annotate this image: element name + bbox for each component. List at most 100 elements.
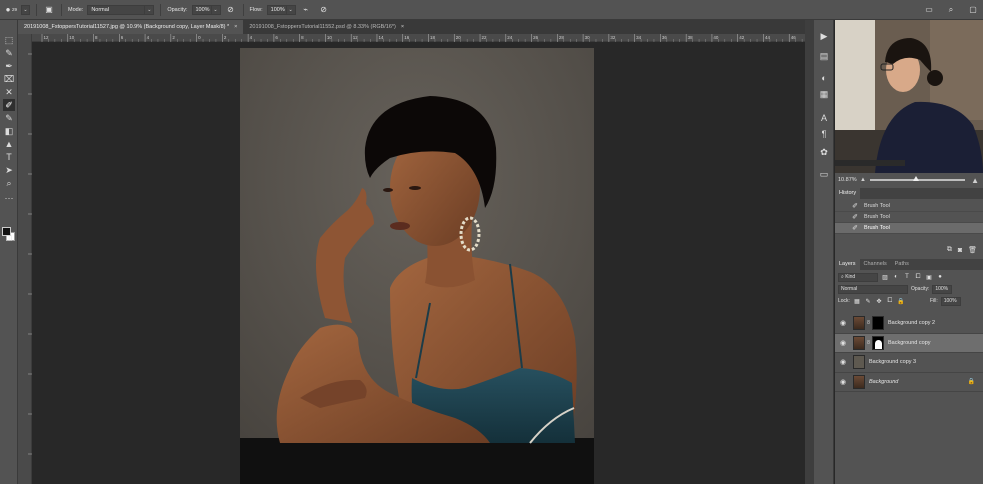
lock-artboard-icon[interactable]: ⧠ <box>886 298 894 305</box>
lock-all-icon[interactable]: 🔒 <box>897 298 905 305</box>
crop-tool-icon[interactable]: ⌧ <box>3 73 15 85</box>
swatches-icon[interactable]: ▦ <box>818 88 830 100</box>
properties-icon[interactable]: ▭ <box>818 168 830 180</box>
history-footer: ⧉ ◙ 🗑 <box>835 244 983 256</box>
fill-field[interactable]: 100% <box>940 296 961 306</box>
zoom-in-icon[interactable]: ▲ <box>971 176 979 185</box>
zoom-tool-icon[interactable]: ⌕ <box>3 177 15 189</box>
history-item[interactable]: ✐ Brush Tool <box>835 212 983 223</box>
visibility-eye-icon[interactable]: ◉ <box>837 319 849 327</box>
zoom-out-icon[interactable]: ▲ <box>860 177 866 183</box>
layer-row[interactable]: ◉ Background 🔒 <box>835 373 983 392</box>
lock-pixels-icon[interactable]: ✎ <box>864 298 872 305</box>
lock-position-icon[interactable]: ✥ <box>875 298 883 305</box>
flow-label: Flow: <box>249 6 263 13</box>
eyedropper-icon[interactable]: ✕ <box>3 86 15 98</box>
layer-name: Background copy <box>888 339 931 346</box>
ruler-tick-label: 42 <box>739 35 745 40</box>
pressure-size-icon[interactable]: ⊘ <box>318 4 330 16</box>
opacity-field[interactable]: 100% <box>191 4 212 15</box>
move-tool-icon[interactable]: ⬚ <box>3 34 15 46</box>
layer-filter-select[interactable]: ⌕ Kind <box>838 272 878 282</box>
ruler-left[interactable] <box>18 34 32 484</box>
close-icon[interactable]: × <box>234 24 237 30</box>
ruler-tick-label: 34 <box>636 35 642 40</box>
search-icon[interactable]: ⌕ <box>945 4 957 16</box>
layer-row[interactable]: ◉ Background copy 3 <box>835 353 983 373</box>
tab-layers[interactable]: Layers <box>835 259 860 270</box>
brush-settings-panel-icon[interactable]: ✿ <box>818 146 830 158</box>
tab-channels[interactable]: Channels <box>860 259 891 270</box>
layer-mask-thumbnail[interactable] <box>872 335 884 350</box>
layer-opacity-field[interactable]: 100% <box>932 284 953 294</box>
ruler-tick-label: 10 <box>327 35 333 40</box>
ruler-tick-label: 14 <box>378 35 384 40</box>
pixel-filter-icon[interactable]: ▨ <box>881 274 889 281</box>
more-tools-icon[interactable]: ··· <box>3 192 15 204</box>
type-tool-icon[interactable]: T <box>3 151 15 163</box>
history-item[interactable]: ✐ Brush Tool <box>835 223 983 234</box>
layer-row[interactable]: ◉ 8 Background copy 2 <box>835 314 983 334</box>
character-icon[interactable]: A <box>818 112 830 124</box>
tab-paths[interactable]: Paths <box>891 259 913 270</box>
path-select-icon[interactable]: ➤ <box>3 164 15 176</box>
close-icon[interactable]: × <box>401 24 404 30</box>
flow-field[interactable]: 100% <box>266 4 287 15</box>
smart-filter-icon[interactable]: ▣ <box>925 274 933 281</box>
mode-select[interactable]: Normal <box>87 4 146 15</box>
shape-filter-icon[interactable]: ⧠ <box>914 274 922 281</box>
adjustment-filter-icon[interactable]: ◐ <box>892 274 900 280</box>
link-icon[interactable]: 8 <box>865 320 872 326</box>
visibility-eye-icon[interactable]: ◉ <box>837 358 849 366</box>
layer-row[interactable]: ◉ 8 Background copy <box>835 333 983 353</box>
clone-stamp-icon[interactable]: ✎ <box>3 112 15 124</box>
actions-icon[interactable]: ▤ <box>818 50 830 62</box>
lasso-tool-icon[interactable]: ✎ <box>3 47 15 59</box>
filter-toggle-icon[interactable]: ● <box>936 274 944 280</box>
color-icon[interactable]: ◐ <box>818 72 830 84</box>
paragraph-icon[interactable]: ¶ <box>818 128 830 140</box>
camera-icon[interactable]: ◙ <box>958 247 962 254</box>
opacity-caret[interactable]: ⌄ <box>211 4 221 15</box>
history-item[interactable]: ✐ Brush Tool <box>835 201 983 212</box>
lock-transparency-icon[interactable]: ▦ <box>853 298 861 305</box>
airbrush-icon[interactable]: ⌁ <box>300 4 312 16</box>
zoom-value[interactable]: 10.87% <box>838 177 860 183</box>
portrait-photo[interactable] <box>240 48 594 484</box>
mode-caret[interactable]: ⌄ <box>145 4 155 15</box>
trash-icon[interactable]: 🗑 <box>968 246 977 254</box>
pressure-opacity-icon[interactable]: ⊘ <box>225 4 237 16</box>
zoom-slider[interactable] <box>869 176 966 181</box>
history-brush-icon[interactable]: ◧ <box>3 125 15 137</box>
layer-mask-thumbnail[interactable] <box>872 316 884 331</box>
brush-settings-icon[interactable]: ▣ <box>43 4 55 16</box>
ruler-tick-label: 2 <box>172 35 175 40</box>
workspace-icon[interactable]: ▢ <box>967 4 979 16</box>
tab-document-1[interactable]: 20191008_FstoppersTutorial11527.jpg @ 10… <box>18 20 244 34</box>
zoom-slider-knob[interactable] <box>912 176 919 181</box>
layer-thumbnail <box>853 355 865 370</box>
document-canvas[interactable] <box>32 42 805 484</box>
quick-mask-icon[interactable]: ◫ <box>3 232 15 244</box>
visibility-eye-icon[interactable]: ◉ <box>837 339 849 347</box>
tab-history[interactable]: History <box>835 188 861 199</box>
layer-filter-row: ⌕ Kind ▨ ◐ T ⧠ ▣ ● <box>835 271 983 283</box>
ruler-tick-label: 12 <box>44 35 50 40</box>
blend-mode-select[interactable]: Normal <box>838 284 908 294</box>
tab-document-2[interactable]: 20191008_FstoppersTutorial11552.psd @ 8.… <box>243 20 410 34</box>
ruler-top[interactable]: 12 10 8 6 4 2 0 2 4 6 8 10 12 14 16 18 20 22 24 26 28 30 32 34 3… <box>32 34 809 42</box>
dodge-tool-icon[interactable]: ▲ <box>3 138 15 150</box>
link-icon[interactable]: 8 <box>865 340 872 346</box>
brush-tool-icon[interactable]: ✐ <box>3 99 15 111</box>
window-arrange-icon[interactable]: ▭ <box>923 4 935 16</box>
visibility-eye-icon[interactable]: ◉ <box>837 378 849 386</box>
flow-caret[interactable]: ⌄ <box>286 4 296 15</box>
new-document-icon[interactable]: ⧉ <box>947 246 952 254</box>
type-filter-icon[interactable]: T <box>903 274 911 280</box>
quick-select-icon[interactable]: ✒ <box>3 60 15 72</box>
ruler-tick-label: 4 <box>147 35 150 40</box>
opacity-label: Opacity: <box>911 286 930 292</box>
play-icon[interactable]: ▶ <box>818 30 830 42</box>
brush-preset-caret[interactable]: ⌄ <box>21 4 31 15</box>
tab-label: 20191008_FstoppersTutorial11527.jpg @ 10… <box>24 24 230 30</box>
